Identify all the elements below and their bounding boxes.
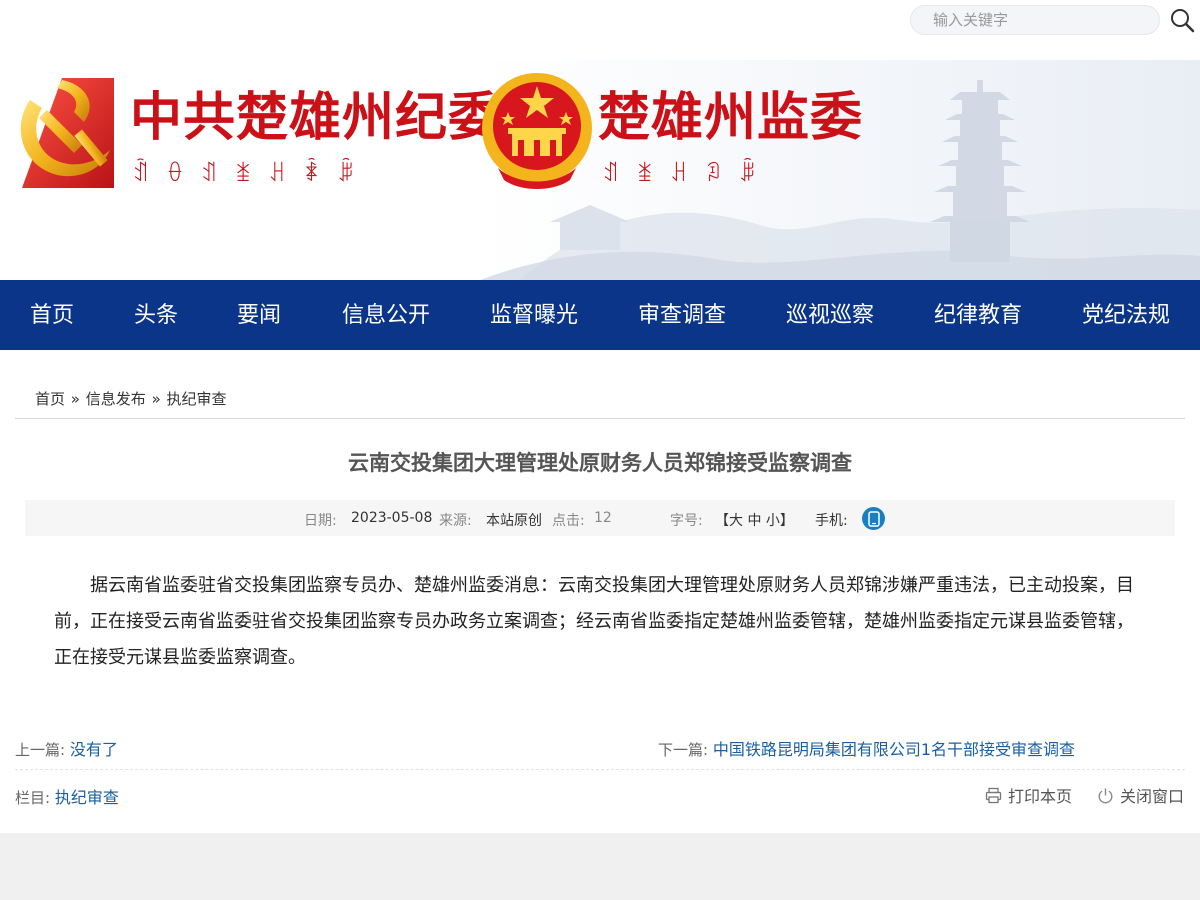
next-article: 下一篇: 中国铁路昆明局集团有限公司1名干部接受审查调查 — [658, 736, 1075, 760]
site-header: 中共楚雄州纪委 ꀉꂷꀊꁧꃅꄑꆥ 楚雄州监委 ꀊꁧꃅꀣꆥ — [0, 0, 1200, 280]
article-container: 首页 » 信息发布 » 执纪审查 云南交投集团大理管理处原财务人员郑锦接受监察调… — [0, 350, 1200, 833]
next-article-link[interactable]: 中国铁路昆明局集团有限公司1名干部接受审查调查 — [713, 740, 1075, 759]
search-icon[interactable] — [1168, 6, 1196, 34]
mobile-qr-icon[interactable] — [862, 507, 885, 530]
clicks-value: 12 — [594, 510, 612, 526]
date-value: 2023-05-08 — [351, 510, 433, 526]
font-size-selector[interactable]: 【大 中 小】 — [715, 510, 794, 530]
nav-item-investigation[interactable]: 审查调查 — [638, 280, 726, 350]
close-window-button[interactable]: 关闭窗口 — [1097, 783, 1184, 807]
prev-article-link[interactable]: 没有了 — [70, 740, 118, 759]
clicks-label: 点击: — [552, 513, 585, 529]
power-icon — [1098, 788, 1113, 803]
nav-item-home[interactable]: 首页 — [30, 280, 74, 350]
dashed-divider — [15, 769, 1185, 770]
search-input[interactable] — [911, 6, 1159, 34]
nav-item-party-regulations[interactable]: 党纪法规 — [1082, 280, 1170, 350]
nav-item-inspection-tour[interactable]: 巡视巡察 — [786, 280, 874, 350]
print-button[interactable]: 打印本页 — [985, 783, 1072, 807]
commission-title: 中共楚雄州纪委 — [130, 88, 502, 148]
print-label: 打印本页 — [1008, 787, 1073, 806]
nav-item-news[interactable]: 要闻 — [237, 280, 281, 350]
breadcrumb-discipline-review[interactable]: 执纪审查 — [167, 390, 227, 408]
nav-item-discipline-education[interactable]: 纪律教育 — [934, 280, 1022, 350]
source-label: 来源: — [439, 513, 472, 529]
party-emblem-logo — [20, 78, 114, 188]
breadcrumb-info-release[interactable]: 信息发布 — [86, 390, 146, 408]
printer-icon — [985, 787, 1002, 803]
close-label: 关闭窗口 — [1120, 787, 1185, 806]
supervisory-title: 楚雄州监委 — [598, 88, 864, 148]
divider — [15, 418, 1185, 419]
article-title: 云南交投集团大理管理处原财务人员郑锦接受监察调查 — [348, 451, 852, 475]
nav-item-supervision-exposure[interactable]: 监督曝光 — [490, 280, 578, 350]
article-meta-bar: 日期: 2023-05-08 来源: 本站原创 点击: 12 字号: 【大 中 … — [25, 500, 1175, 536]
national-emblem-logo — [482, 73, 592, 189]
breadcrumb-separator: » — [70, 390, 80, 408]
column-link[interactable]: 执纪审查 — [55, 788, 119, 807]
breadcrumb-home[interactable]: 首页 — [35, 390, 65, 408]
next-label: 下一篇: — [658, 741, 709, 759]
nav-item-headlines[interactable]: 头条 — [134, 280, 178, 350]
breadcrumb-separator: » — [151, 390, 161, 408]
commission-subtitle-yi-script: ꀉꂷꀊꁧꃅꄑꆥ — [132, 162, 372, 187]
nav-item-info-disclosure[interactable]: 信息公开 — [342, 280, 430, 350]
column-info: 栏目: 执纪审查 — [15, 784, 119, 808]
column-label: 栏目: — [15, 789, 51, 807]
supervisory-subtitle-yi-script: ꀊꁧꃅꀣꆥ — [602, 162, 773, 187]
source-value: 本站原创 — [486, 513, 542, 529]
prev-label: 上一篇: — [15, 741, 66, 759]
mobile-label: 手机: — [815, 513, 848, 529]
article-body: 据云南省监委驻省交投集团监察专员办、楚雄州监委消息：云南交投集团大理管理处原财务… — [54, 575, 1134, 668]
phone-icon — [867, 510, 880, 527]
search-box — [910, 5, 1160, 35]
font-size-label: 字号: — [670, 513, 703, 529]
prev-article: 上一篇: 没有了 — [15, 736, 118, 760]
breadcrumb: 首页 » 信息发布 » 执纪审查 — [35, 388, 227, 409]
main-nav: 首页 头条 要闻 信息公开 监督曝光 审查调查 巡视巡察 纪律教育 党纪法规 — [0, 280, 1200, 350]
date-label: 日期: — [304, 513, 337, 529]
